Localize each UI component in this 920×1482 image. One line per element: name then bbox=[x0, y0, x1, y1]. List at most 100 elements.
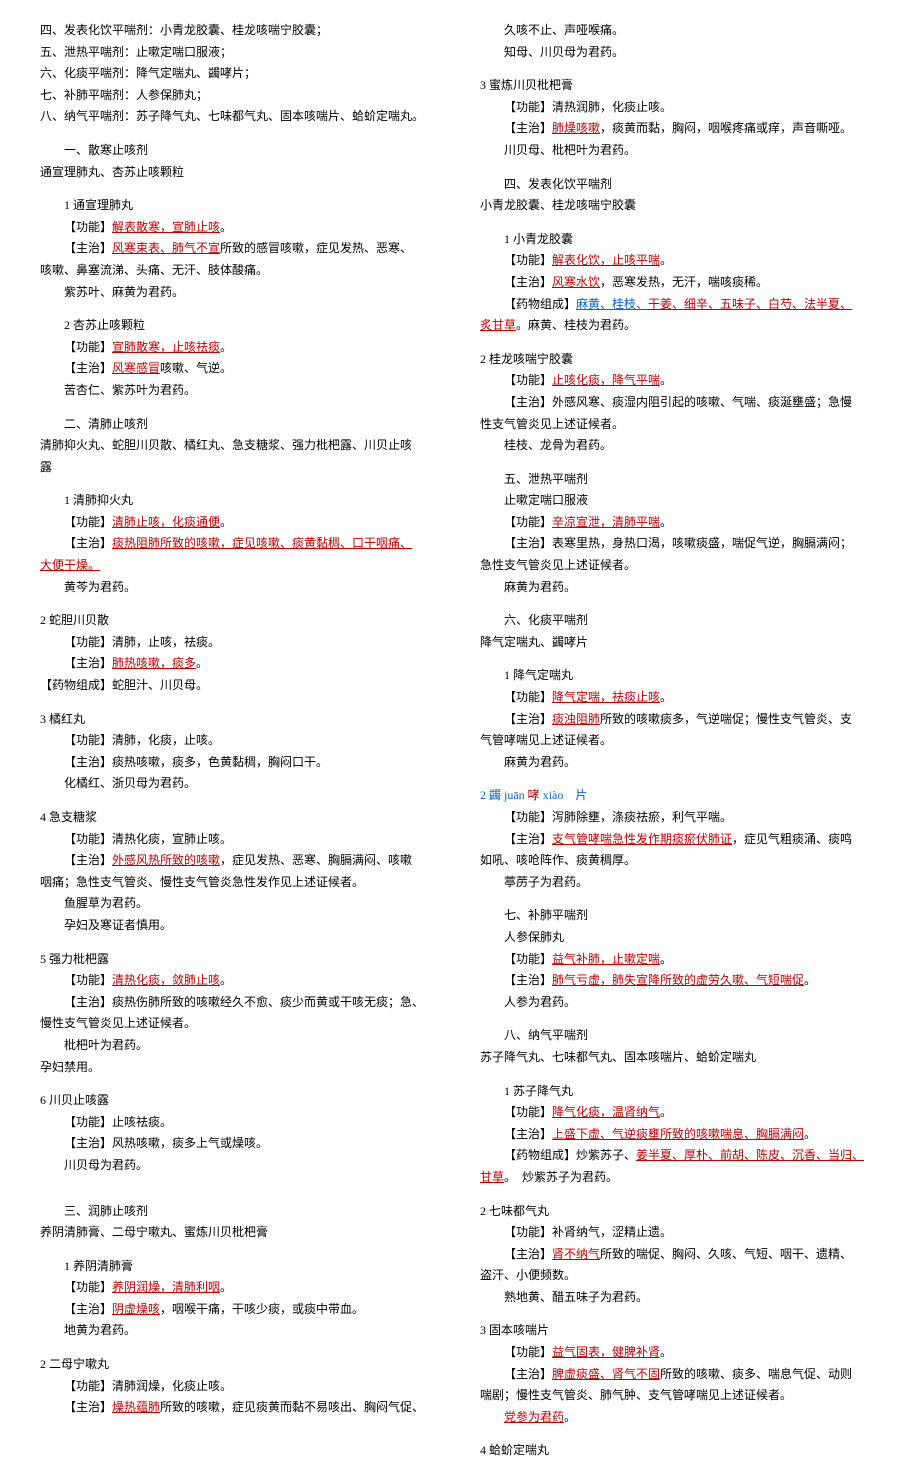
spacer bbox=[480, 1428, 880, 1440]
spacer bbox=[40, 1244, 440, 1256]
text-span: 麻黄为君药。 bbox=[504, 580, 576, 594]
text-line: 1 通宣理肺丸 bbox=[40, 195, 440, 217]
text-line: 【功能】解表散寒，宣肺止咳。 bbox=[40, 217, 440, 239]
text-span: 【主治】 bbox=[504, 121, 552, 135]
text-line: 露 bbox=[40, 457, 440, 479]
text-span: 止咳化痰，降气平喘 bbox=[552, 373, 660, 387]
text-span: 葶苈子为君药。 bbox=[504, 875, 588, 889]
text-span: 鱼腥草为君药。 bbox=[64, 896, 148, 910]
text-span: 。 炒紫苏子为君药。 bbox=[504, 1170, 618, 1184]
text-span: 解表化饮，止咳平喘 bbox=[552, 253, 660, 267]
text-span: 外感风热所致的咳嗽 bbox=[112, 853, 220, 867]
text-span: 解表散寒，宣肺止咳 bbox=[112, 220, 220, 234]
text-line: 【主治】肺热咳嗽，痰多。 bbox=[40, 653, 440, 675]
text-line: 地黄为君药。 bbox=[40, 1320, 440, 1342]
text-span: 所致的感冒咳嗽，症见发热、恶寒、 bbox=[220, 241, 412, 255]
text-span: 。 bbox=[196, 656, 208, 670]
text-line: 【主治】表寒里热，身热口渴，咳嗽痰盛，喘促气逆，胸膈满闷； bbox=[480, 533, 880, 555]
text-span: ，恶寒发热，无汗，喘咳痰稀。 bbox=[600, 275, 768, 289]
spacer bbox=[480, 773, 880, 785]
text-span: 川贝母、枇杷叶为君药。 bbox=[504, 143, 636, 157]
text-span: 风寒感冒 bbox=[112, 361, 160, 375]
text-line: 【主治】痰热阻肺所致的咳嗽，症见咳嗽、痰黄黏稠、口干咽痛、 bbox=[40, 533, 440, 555]
spacer bbox=[40, 795, 440, 807]
text-line: 【功能】清肺，止咳，祛痰。 bbox=[40, 632, 440, 654]
text-span: 。 bbox=[220, 220, 232, 234]
text-line: 五、泄热平喘剂：止嗽定喘口服液； bbox=[40, 42, 440, 64]
text-line: 性支气管炎见上述证候者。 bbox=[480, 414, 880, 436]
text-span: 【主治】 bbox=[504, 832, 552, 846]
spacer bbox=[480, 893, 880, 905]
text-span: 麻黄为君药。 bbox=[504, 755, 576, 769]
text-line: 【功能】宣肺散寒，止咳祛痰。 bbox=[40, 337, 440, 359]
text-span: 【主治】表寒里热，身热口渴，咳嗽痰盛，喘促气逆，胸膈满闷； bbox=[504, 536, 852, 550]
text-line: 1 清肺抑火丸 bbox=[40, 490, 440, 512]
text-span: 辛凉宣泄，清肺平喘 bbox=[552, 515, 660, 529]
text-line: 【主治】外感风热所致的咳嗽，症见发热、恶寒、胸膈满闷、咳嗽 bbox=[40, 850, 440, 872]
text-line: 【主治】脾虚痰盛、肾气不固所致的咳嗽、痰多、喘息气促、动则 bbox=[480, 1364, 880, 1386]
text-span: 【功能】补肾纳气，涩精止遗。 bbox=[504, 1225, 672, 1239]
text-line: 【主治】风寒束表、肺气不宣所致的感冒咳嗽，症见发热、恶寒、 bbox=[40, 238, 440, 260]
spacer bbox=[480, 598, 880, 610]
text-line: 【功能】益气固表，健脾补肾。 bbox=[480, 1342, 880, 1364]
text-span: 【功能】 bbox=[64, 973, 112, 987]
text-span: 支气管哮喘急性发作期痰瘀伏肺证 bbox=[552, 832, 732, 846]
text-span: ，咽喉干痛，干咳少痰，或痰中带血。 bbox=[160, 1302, 364, 1316]
text-span: 1 清肺抑火丸 bbox=[64, 493, 133, 507]
text-line: 苦杏仁、紫苏叶为君药。 bbox=[40, 380, 440, 402]
text-span: 5 强力枇杷露 bbox=[40, 952, 109, 966]
text-span: 炙甘草 bbox=[480, 318, 516, 332]
text-span: ，症见气粗痰涌、痰鸣 bbox=[732, 832, 852, 846]
text-line: 枇杷叶为君药。 bbox=[40, 1035, 440, 1057]
text-span: 肺燥咳嗽 bbox=[552, 121, 600, 135]
text-span: 清肺抑火丸、蛇胆川贝散、橘红丸、急支糖浆、强力枇杷露、川贝止咳 bbox=[40, 438, 412, 452]
text-line: 1 小青龙胶囊 bbox=[480, 229, 880, 251]
spacer bbox=[40, 598, 440, 610]
text-span: 露 bbox=[40, 460, 52, 474]
spacer bbox=[480, 653, 880, 665]
text-span: 肺气亏虚，肺失宣降所致的虚劳久嗽、气短喘促 bbox=[552, 973, 804, 987]
text-line: 3 蜜炼川贝枇杷膏 bbox=[480, 75, 880, 97]
spacer bbox=[480, 1189, 880, 1201]
text-span: 人参保肺丸 bbox=[504, 930, 564, 944]
text-span: 降气化痰，温肾纳气 bbox=[552, 1105, 660, 1119]
text-span: 【功能】 bbox=[504, 515, 552, 529]
text-line: 孕妇禁用。 bbox=[40, 1057, 440, 1079]
text-line: 一、散寒止咳剂 bbox=[40, 140, 440, 162]
text-line: 【主治】痰热咳嗽，痰多，色黄黏稠，胸闷口干。 bbox=[40, 752, 440, 774]
text-line: 【主治】支气管哮喘急性发作期痰瘀伏肺证，症见气粗痰涌、痰鸣 bbox=[480, 829, 880, 851]
text-line: 黄芩为君药。 bbox=[40, 577, 440, 599]
text-line: 人参保肺丸 bbox=[480, 927, 880, 949]
text-span: 所致的咳嗽，症见痰黄而黏不易咳出、胸闷气促、 bbox=[160, 1400, 424, 1414]
spacer bbox=[40, 128, 440, 140]
text-line: 四、发表化饮平喘剂：小青龙胶囊、桂龙咳喘宁胶囊； bbox=[40, 20, 440, 42]
text-span: 【主治】 bbox=[504, 712, 552, 726]
text-line: 【功能】清肺，化痰，止咳。 bbox=[40, 730, 440, 752]
text-line: 【功能】辛凉宣泄，清肺平喘。 bbox=[480, 512, 880, 534]
text-span: 。 bbox=[660, 253, 672, 267]
text-span: 孕妇及寒证者慎用。 bbox=[64, 918, 172, 932]
text-line: 通宣理肺丸、杏苏止咳颗粒 bbox=[40, 162, 440, 184]
text-span: 1 小青龙胶囊 bbox=[504, 232, 573, 246]
text-span: 【主治】外感风寒、痰湿内阻引起的咳嗽、气喘、痰涎壅盛；急慢 bbox=[504, 395, 852, 409]
text-span: 小青龙胶囊、桂龙咳喘宁胶囊 bbox=[480, 198, 636, 212]
text-line: 【主治】上盛下虚、气逆痰壅所致的咳嗽喘息、胸膈满闷。 bbox=[480, 1124, 880, 1146]
text-span: 3 固本咳喘片 bbox=[480, 1323, 549, 1337]
text-line: 【功能】养阴润燥，清肺利咽。 bbox=[40, 1277, 440, 1299]
text-line: 四、发表化饮平喘剂 bbox=[480, 174, 880, 196]
text-span: 姜半夏、厚朴、前胡、陈皮、沉香、当归、 bbox=[636, 1148, 864, 1162]
text-span: 五、泄热平喘剂 bbox=[504, 472, 588, 486]
text-span: 清热化痰，敛肺止咳 bbox=[112, 973, 220, 987]
text-line: 【功能】解表化饮，止咳平喘。 bbox=[480, 250, 880, 272]
text-span: 肾不纳气 bbox=[552, 1247, 600, 1261]
text-span: 急性支气管炎见上述证候者。 bbox=[480, 558, 636, 572]
text-span: 【功能】清热化痰，宣肺止咳。 bbox=[64, 832, 232, 846]
text-line: 6 川贝止咳露 bbox=[40, 1090, 440, 1112]
text-span: 2 七味都气丸 bbox=[480, 1204, 549, 1218]
text-span: 【主治】 bbox=[64, 853, 112, 867]
text-line: 葶苈子为君药。 bbox=[480, 872, 880, 894]
text-line: 【主治】阴虚燥咳，咽喉干痛，干咳少痰，或痰中带血。 bbox=[40, 1299, 440, 1321]
text-line: 【功能】补肾纳气，涩精止遗。 bbox=[480, 1222, 880, 1244]
spacer bbox=[480, 63, 880, 75]
text-line: 八、纳气平喘剂 bbox=[480, 1025, 880, 1047]
